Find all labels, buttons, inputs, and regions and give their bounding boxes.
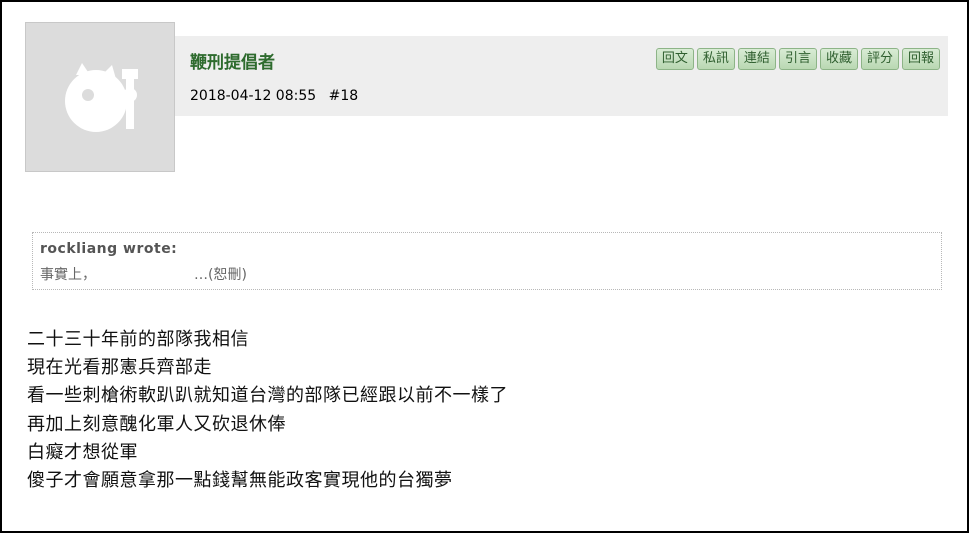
content-line: 白癡才想從軍 bbox=[27, 441, 138, 463]
content-line: 二十三十年前的部隊我相信 bbox=[27, 329, 249, 350]
post-date: 2018-04-12 08:55 bbox=[190, 88, 317, 104]
quote-block: rockliang wrote: 事實上， …(恕刪) bbox=[32, 232, 942, 290]
content-line: 現在光看那憲兵齊部走 bbox=[27, 357, 212, 379]
quote-text-start: 事實上， bbox=[40, 267, 96, 283]
content-line: 看一些刺槍術軟趴趴就知道台灣的部隊已經跟以前不一樣了 bbox=[27, 385, 508, 407]
reply-button[interactable]: 回文 bbox=[655, 48, 694, 70]
rate-button[interactable]: 評分 bbox=[860, 48, 899, 70]
post-frame: 鞭刑提倡者 2018-04-12 08:55 #18 回文 私訊 連結 引言 收… bbox=[0, 0, 969, 533]
content-line: 傻子才會願意拿那一點錢幫無能政客實現他的台獨夢 bbox=[27, 470, 453, 492]
private-message-button[interactable]: 私訊 bbox=[696, 48, 735, 70]
content-line: 再加上刻意醜化軍人又砍退休俸 bbox=[27, 413, 286, 435]
bookmark-button[interactable]: 收藏 bbox=[819, 48, 858, 70]
link-button[interactable]: 連結 bbox=[737, 48, 776, 70]
report-button[interactable]: 回報 bbox=[901, 48, 940, 70]
quote-author: rockliang wrote: bbox=[40, 241, 178, 257]
post-floor[interactable]: #18 bbox=[329, 88, 359, 104]
quote-button[interactable]: 引言 bbox=[778, 48, 817, 70]
author-name[interactable]: 鞭刑提倡者 bbox=[190, 48, 275, 73]
post-header: 鞭刑提倡者 2018-04-12 08:55 #18 回文 私訊 連結 引言 收… bbox=[175, 36, 948, 116]
avatar[interactable] bbox=[25, 22, 175, 172]
post-content: 二十三十年前的部隊我相信 現在光看那憲兵齊部走 看一些刺槍術軟趴趴就知道台灣的部… bbox=[27, 326, 508, 495]
quote-text: 事實上， …(恕刪) bbox=[40, 264, 247, 284]
post-actions: 回文 私訊 連結 引言 收藏 評分 回報 bbox=[655, 48, 940, 70]
quote-text-end: …(恕刪) bbox=[194, 267, 247, 283]
post-meta: 2018-04-12 08:55 #18 bbox=[190, 88, 358, 104]
default-avatar-icon bbox=[65, 63, 138, 132]
